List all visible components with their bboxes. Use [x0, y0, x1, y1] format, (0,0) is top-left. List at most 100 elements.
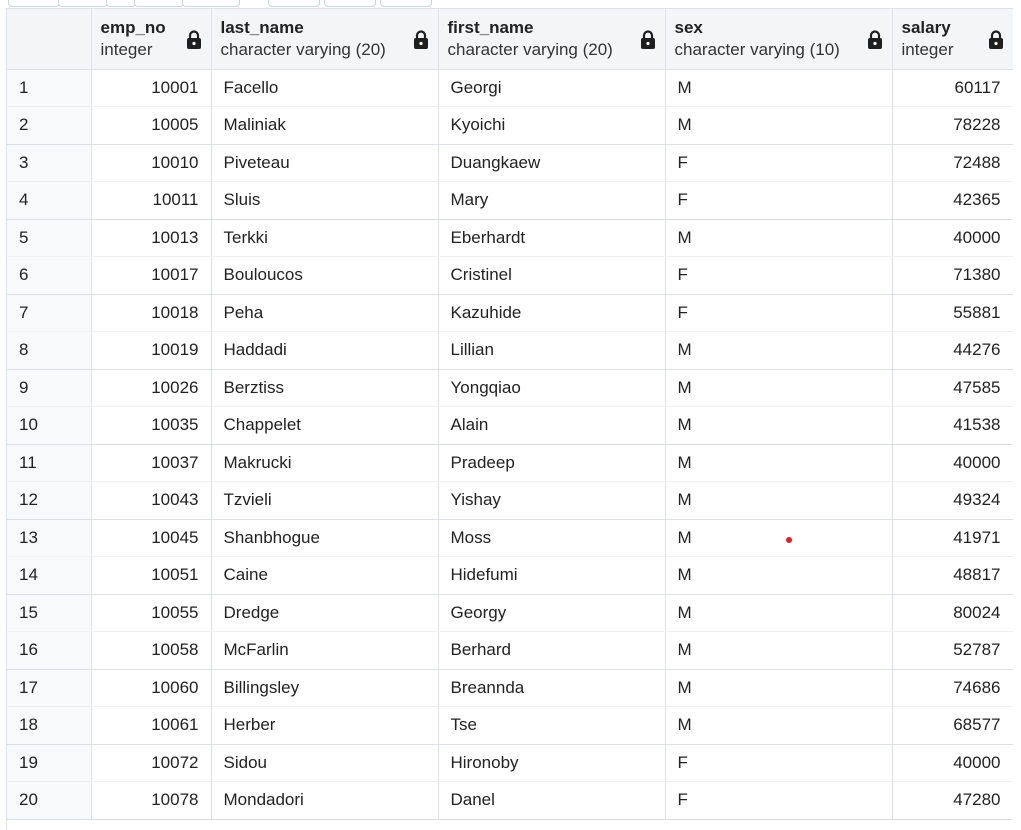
column-header-sex[interactable]: sex character varying (10): [665, 9, 893, 70]
cell-last-name[interactable]: Herber: [211, 706, 439, 745]
cell-first-name[interactable]: Pradeep: [438, 444, 666, 482]
table-row[interactable]: 7 10018 Peha Kazuhide F 55881: [7, 294, 1013, 332]
table-row[interactable]: 6 10017 Bouloucos Cristinel F 71380: [7, 256, 1013, 295]
cell-salary[interactable]: 60117: [892, 69, 1013, 107]
cell-emp-no[interactable]: 10011: [91, 181, 212, 220]
cell-emp-no[interactable]: 10035: [91, 406, 212, 445]
cell-last-name[interactable]: Facello: [211, 69, 439, 107]
cell-first-name[interactable]: Breannda: [438, 669, 666, 707]
cell-salary[interactable]: 80024: [892, 594, 1013, 632]
toolbar-button[interactable]: [134, 0, 184, 7]
cell-salary[interactable]: 78228: [892, 106, 1013, 145]
toolbar-button[interactable]: [58, 0, 108, 7]
cell-salary[interactable]: 72488: [892, 144, 1013, 182]
cell-sex[interactable]: M: [665, 219, 893, 257]
table-row[interactable]: 11 10037 Makrucki Pradeep M 40000: [7, 444, 1013, 482]
cell-sex[interactable]: M: [665, 331, 893, 370]
cell-first-name[interactable]: Berhard: [438, 631, 666, 670]
cell-first-name[interactable]: Moss: [438, 519, 666, 557]
cell-first-name[interactable]: Georgy: [438, 594, 666, 632]
cell-salary[interactable]: 47585: [892, 369, 1013, 407]
toolbar-button[interactable]: [182, 0, 240, 7]
cell-emp-no[interactable]: 10061: [91, 706, 212, 745]
cell-first-name[interactable]: Yongqiao: [438, 369, 666, 407]
column-header-last-name[interactable]: last_name character varying (20): [211, 9, 439, 70]
cell-emp-no[interactable]: 10017: [91, 256, 212, 295]
cell-first-name[interactable]: Georgi: [438, 69, 666, 107]
table-row[interactable]: 20 10078 Mondadori Danel F 47280: [7, 781, 1013, 820]
cell-first-name[interactable]: Danel: [438, 781, 666, 820]
table-row[interactable]: 16 10058 McFarlin Berhard M 52787: [7, 631, 1013, 670]
cell-last-name[interactable]: Chappelet: [211, 406, 439, 445]
cell-emp-no[interactable]: 10072: [91, 744, 212, 782]
cell-sex[interactable]: M: [665, 69, 893, 107]
toolbar-button[interactable]: [8, 0, 60, 7]
cell-emp-no[interactable]: 10045: [91, 519, 212, 557]
cell-sex[interactable]: M: [665, 481, 893, 520]
cell-emp-no[interactable]: 10010: [91, 144, 212, 182]
toolbar-button[interactable]: [268, 0, 320, 7]
cell-first-name[interactable]: Lillian: [438, 331, 666, 370]
cell-first-name[interactable]: Kazuhide: [438, 294, 666, 332]
cell-sex[interactable]: F: [665, 144, 893, 182]
cell-last-name[interactable]: Piveteau: [211, 144, 439, 182]
table-row[interactable]: 18 10061 Herber Tse M 68577: [7, 706, 1013, 745]
table-row[interactable]: 10 10035 Chappelet Alain M 41538: [7, 406, 1013, 445]
table-row[interactable]: 1 10001 Facello Georgi M 60117: [7, 69, 1013, 107]
table-row[interactable]: 2 10005 Maliniak Kyoichi M 78228: [7, 106, 1013, 145]
cell-emp-no[interactable]: 10043: [91, 481, 212, 520]
table-row[interactable]: 9 10026 Berztiss Yongqiao M 47585: [7, 369, 1013, 407]
cell-sex[interactable]: F: [665, 781, 893, 820]
row-number[interactable]: 6: [7, 256, 92, 295]
row-number[interactable]: 15: [7, 594, 92, 632]
cell-emp-no[interactable]: 10019: [91, 331, 212, 370]
cell-salary[interactable]: 68577: [892, 706, 1013, 745]
row-number[interactable]: 12: [7, 481, 92, 520]
cell-sex[interactable]: M: [665, 369, 893, 407]
cell-first-name[interactable]: Hironoby: [438, 744, 666, 782]
row-number[interactable]: 16: [7, 631, 92, 670]
cell-emp-no[interactable]: 10026: [91, 369, 212, 407]
cell-salary[interactable]: 71380: [892, 256, 1013, 295]
row-number[interactable]: 3: [7, 144, 92, 182]
cell-first-name[interactable]: Mary: [438, 181, 666, 220]
cell-last-name[interactable]: Berztiss: [211, 369, 439, 407]
cell-first-name[interactable]: Alain: [438, 406, 666, 445]
cell-salary[interactable]: 55881: [892, 294, 1013, 332]
row-number[interactable]: 10: [7, 406, 92, 445]
cell-emp-no[interactable]: 10001: [91, 69, 212, 107]
cell-last-name[interactable]: Shanbhogue: [211, 519, 439, 557]
row-number[interactable]: 4: [7, 181, 92, 220]
cell-salary[interactable]: 44276: [892, 331, 1013, 370]
cell-emp-no[interactable]: 10013: [91, 219, 212, 257]
row-number[interactable]: 13: [7, 519, 92, 557]
table-row[interactable]: 17 10060 Billingsley Breannda M 74686: [7, 669, 1013, 707]
cell-sex[interactable]: M: [665, 519, 893, 557]
cell-sex[interactable]: F: [665, 181, 893, 220]
cell-salary[interactable]: 41538: [892, 406, 1013, 445]
cell-last-name[interactable]: McFarlin: [211, 631, 439, 670]
cell-salary[interactable]: 48817: [892, 556, 1013, 595]
cell-last-name[interactable]: Bouloucos: [211, 256, 439, 295]
cell-sex[interactable]: M: [665, 106, 893, 145]
row-number[interactable]: 5: [7, 219, 92, 257]
cell-last-name[interactable]: Sidou: [211, 744, 439, 782]
cell-last-name[interactable]: Caine: [211, 556, 439, 595]
cell-emp-no[interactable]: 10005: [91, 106, 212, 145]
toolbar-button[interactable]: [324, 0, 376, 7]
table-row[interactable]: 8 10019 Haddadi Lillian M 44276: [7, 331, 1013, 370]
row-number[interactable]: 20: [7, 781, 92, 820]
cell-emp-no[interactable]: 10051: [91, 556, 212, 595]
table-row[interactable]: 5 10013 Terkki Eberhardt M 40000: [7, 219, 1013, 257]
cell-emp-no[interactable]: 10037: [91, 444, 212, 482]
cell-last-name[interactable]: Mondadori: [211, 781, 439, 820]
column-header-emp-no[interactable]: emp_no integer: [91, 9, 212, 70]
cell-first-name[interactable]: Duangkaew: [438, 144, 666, 182]
table-row[interactable]: 12 10043 Tzvieli Yishay M 49324: [7, 481, 1013, 520]
cell-salary[interactable]: 42365: [892, 181, 1013, 220]
cell-emp-no[interactable]: 10058: [91, 631, 212, 670]
column-header-first-name[interactable]: first_name character varying (20): [438, 9, 666, 70]
cell-sex[interactable]: M: [665, 406, 893, 445]
table-row[interactable]: 15 10055 Dredge Georgy M 80024: [7, 594, 1013, 632]
cell-salary[interactable]: 41971: [892, 519, 1013, 557]
